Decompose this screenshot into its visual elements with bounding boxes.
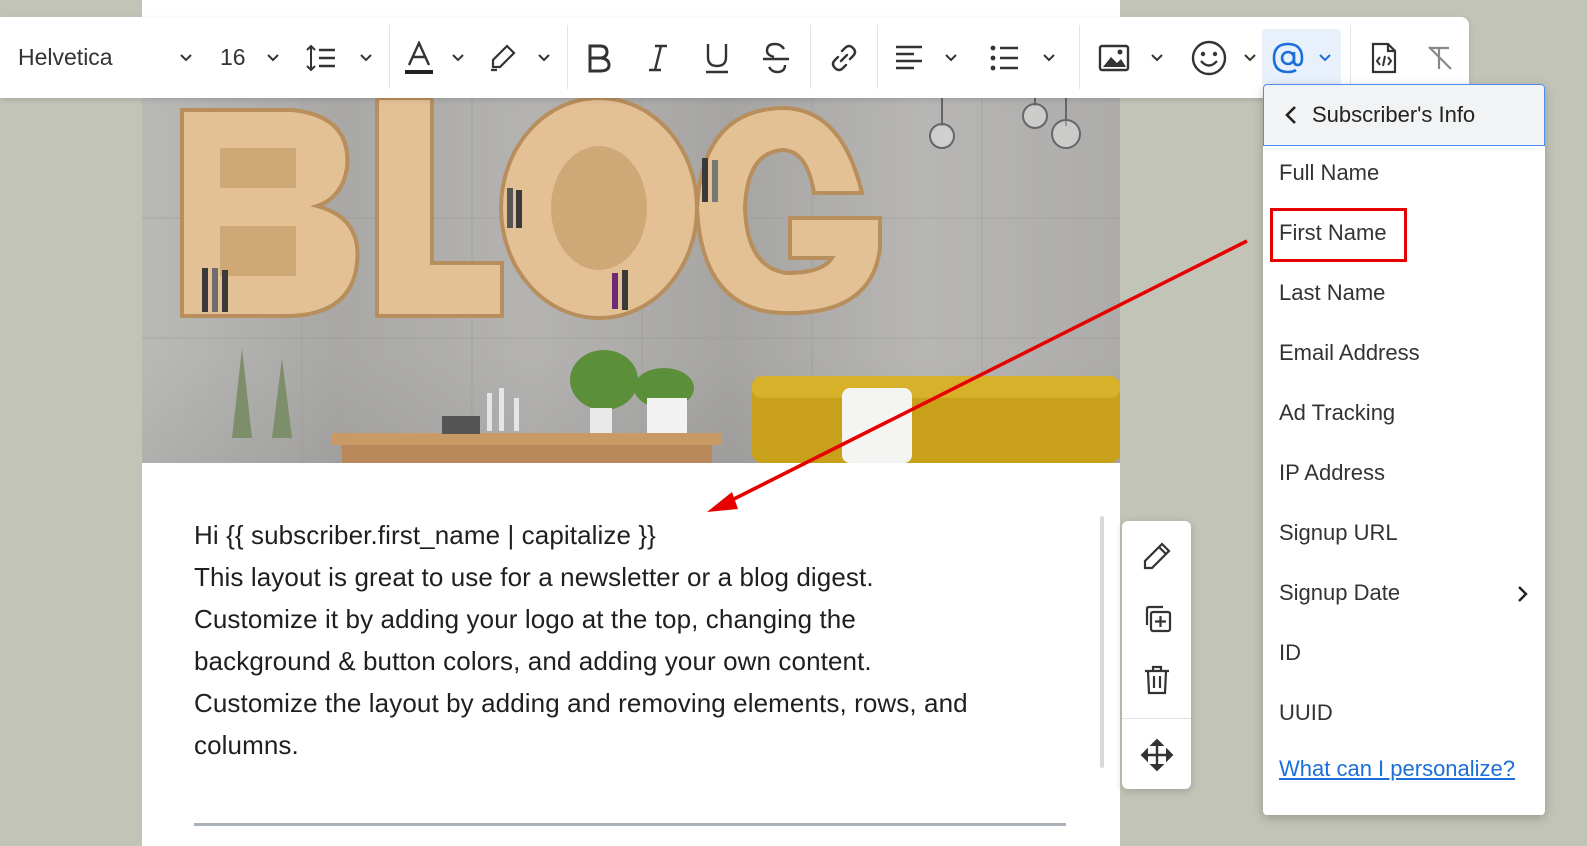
menu-item-ip-address[interactable]: IP Address	[1279, 455, 1385, 491]
underline-icon	[706, 43, 728, 73]
edit-icon	[1143, 542, 1171, 570]
underline-button[interactable]	[696, 17, 738, 98]
emoji-icon	[1191, 40, 1227, 75]
italic-icon	[649, 44, 667, 71]
line-height-icon	[306, 44, 335, 71]
duplicate-block-button[interactable]	[1122, 589, 1191, 649]
chevron-down-icon	[538, 53, 550, 61]
menu-item-signup-date[interactable]: Signup Date	[1279, 575, 1529, 611]
toolbar-separator	[567, 25, 568, 89]
body-line: columns.	[194, 730, 299, 760]
chevron-right-icon	[1518, 586, 1528, 602]
image-button[interactable]	[1098, 17, 1164, 98]
source-code-icon	[1371, 42, 1397, 73]
align-button[interactable]	[894, 17, 958, 98]
font-size-select[interactable]: 16	[220, 17, 280, 98]
line-height-button[interactable]	[305, 17, 373, 98]
highlight-button[interactable]	[487, 17, 551, 98]
menu-item-email-address[interactable]: Email Address	[1279, 335, 1420, 371]
rich-text-toolbar: Helvetica 16	[0, 17, 1469, 98]
list-button[interactable]	[990, 17, 1056, 98]
text-color-icon	[405, 40, 433, 74]
personalize-help-link[interactable]: What can I personalize?	[1279, 756, 1515, 782]
italic-button[interactable]	[637, 17, 679, 98]
dropdown-header-label: Subscriber's Info	[1312, 102, 1476, 127]
chevron-down-icon	[452, 53, 464, 61]
move-icon	[1140, 738, 1173, 772]
bold-button[interactable]	[578, 17, 620, 98]
text-color-button[interactable]	[403, 17, 465, 98]
chevron-left-icon	[1285, 106, 1296, 124]
font-family-value: Helvetica	[18, 44, 113, 70]
greeting-line: Hi {{ subscriber.first_name | capitalize…	[194, 520, 656, 550]
menu-item-uuid[interactable]: UUID	[1279, 695, 1333, 731]
highlight-annotation-box	[1270, 208, 1407, 262]
chevron-down-icon	[945, 53, 957, 61]
edit-block-button[interactable]	[1122, 526, 1191, 586]
menu-item-signup-url[interactable]: Signup URL	[1279, 515, 1398, 551]
body-line: background & button colors, and adding y…	[194, 646, 872, 676]
hero-image[interactable]	[142, 98, 1120, 463]
text-block-resize-edge[interactable]	[1100, 516, 1104, 768]
menu-item-id[interactable]: ID	[1279, 635, 1301, 671]
dropdown-back-header[interactable]: Subscriber's Info	[1263, 84, 1545, 146]
emoji-button[interactable]	[1191, 17, 1257, 98]
menu-item-full-name[interactable]: Full Name	[1279, 155, 1379, 191]
chevron-down-icon	[1244, 53, 1256, 61]
menu-item-last-name[interactable]: Last Name	[1279, 275, 1385, 311]
mention-icon	[1272, 42, 1304, 73]
menu-item-ad-tracking[interactable]: Ad Tracking	[1279, 395, 1395, 431]
text-block[interactable]: Hi {{ subscriber.first_name | capitalize…	[194, 514, 1074, 766]
link-icon	[831, 44, 857, 71]
toolbar-separator	[1079, 25, 1080, 89]
chevron-down-icon	[1151, 53, 1163, 61]
chevron-down-icon	[267, 53, 279, 61]
list-icon	[990, 45, 1018, 70]
font-size-value: 16	[220, 44, 246, 70]
link-button[interactable]	[822, 17, 866, 98]
divider-line	[194, 823, 1066, 826]
align-icon	[896, 45, 922, 69]
bold-icon	[588, 44, 611, 72]
delete-icon	[1144, 665, 1169, 695]
strikethrough-button[interactable]	[755, 17, 797, 98]
body-line: Customize the layout by adding and remov…	[194, 688, 968, 718]
toolbar-separator	[877, 25, 878, 89]
body-line: This layout is great to use for a newsle…	[194, 562, 874, 592]
clear-format-icon	[1428, 45, 1452, 70]
toolbar-separator	[1350, 25, 1351, 89]
chevron-down-icon	[180, 53, 192, 61]
duplicate-icon	[1145, 605, 1171, 633]
chevron-down-icon	[1043, 53, 1055, 61]
font-family-select[interactable]: Helvetica	[18, 17, 193, 98]
image-icon	[1098, 44, 1130, 71]
menu-item-label: Signup Date	[1279, 580, 1401, 605]
highlight-icon	[491, 43, 516, 71]
toolbar-separator	[389, 25, 390, 89]
body-line: Customize it by adding your logo at the …	[194, 604, 856, 634]
personalize-dropdown: Subscriber's Info Full Name First Name L…	[1263, 84, 1545, 815]
move-block-handle[interactable]	[1122, 725, 1191, 785]
toolbar-separator	[810, 25, 811, 89]
delete-block-button[interactable]	[1122, 650, 1191, 710]
email-canvas: Hi {{ subscriber.first_name | capitalize…	[142, 0, 1120, 846]
chevron-down-icon	[1319, 53, 1331, 61]
strikethrough-icon	[763, 42, 789, 73]
block-actions-panel	[1122, 521, 1191, 789]
panel-separator	[1122, 718, 1191, 719]
hero-illustration	[142, 98, 1120, 463]
chevron-down-icon	[360, 53, 372, 61]
